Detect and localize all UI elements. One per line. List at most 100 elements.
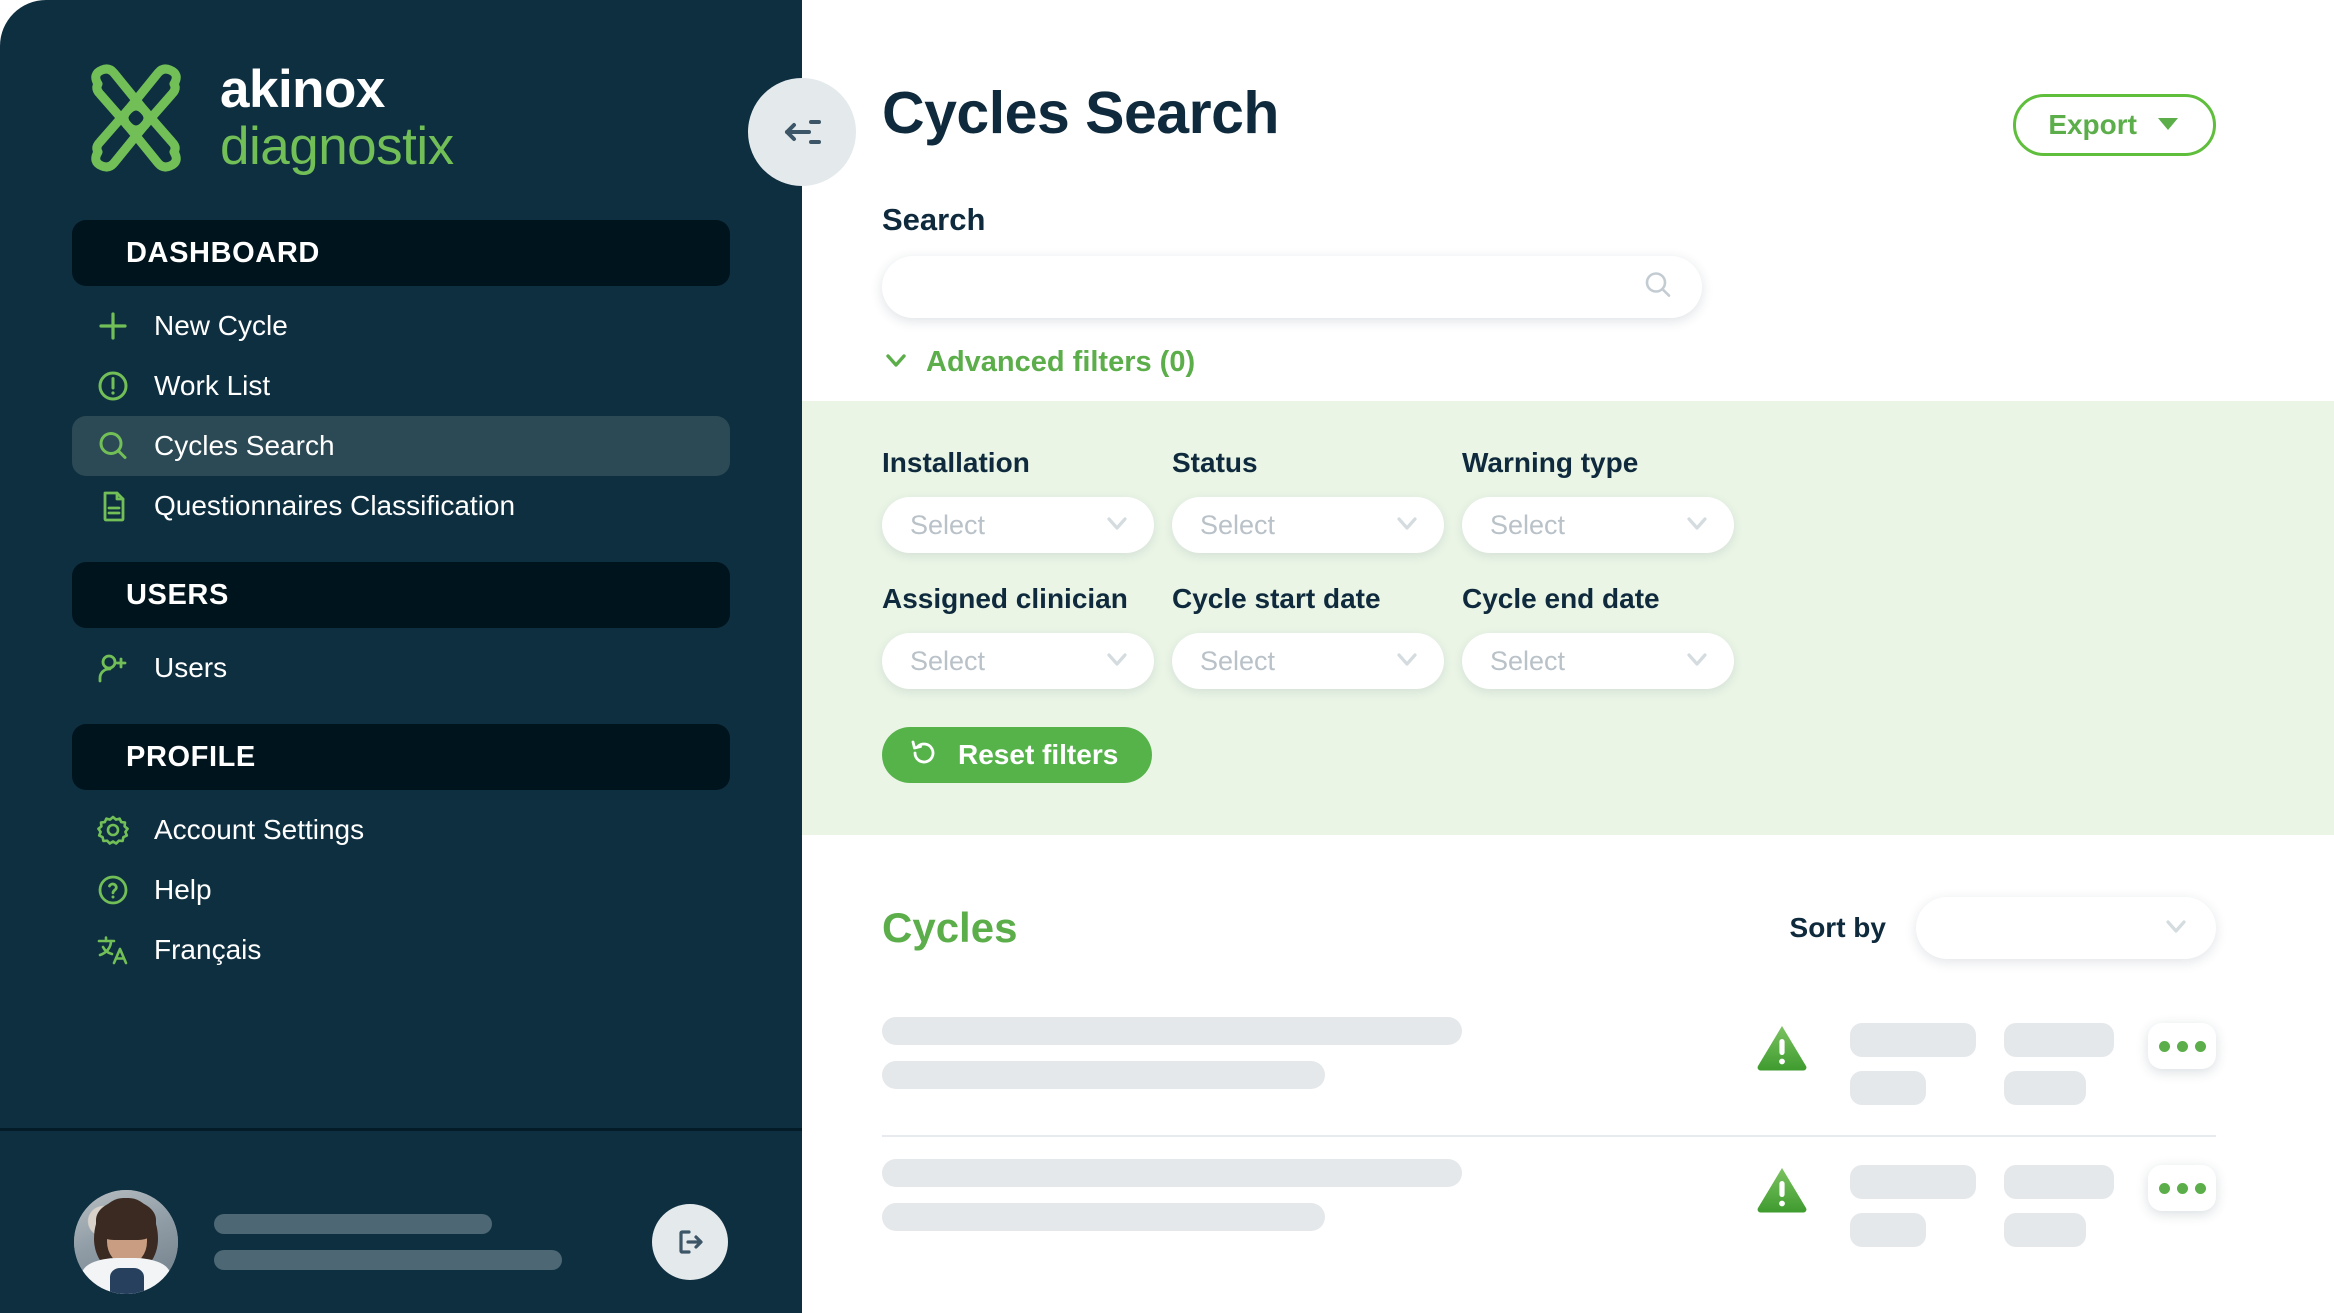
cycles-header: Cycles Sort by [802,835,2334,959]
search-input[interactable] [912,271,1640,303]
sort-by-select[interactable] [1916,897,2216,959]
row-chip-skeletons [1850,1023,2114,1105]
sidebar-item-work-list[interactable]: Work List [72,356,730,416]
more-options-icon [2176,1040,2188,1052]
cycles-list [802,995,2334,1277]
skeleton-chip [2004,1165,2114,1199]
more-options-icon [2194,1182,2206,1194]
sidebar-item-work-list-label: Work List [154,370,271,401]
row-chip-skeletons [1850,1165,2114,1247]
skeleton-bar [882,1203,1325,1231]
sidebar-item-cycles-search[interactable]: Cycles Search [72,416,730,476]
page-title: Cycles Search [882,80,1279,146]
sidebar-section-profile-label: PROFILE [126,740,256,773]
reset-filters-button[interactable]: Reset filters [882,727,1153,783]
sort-by-label: Sort by [1789,912,1886,943]
filter-cycle-start-date-value: Select [1200,645,1276,676]
avatar[interactable] [74,1190,178,1294]
warning-triangle-icon [1756,1023,1808,1071]
chevron-down-icon [1394,646,1420,677]
sidebar-item-account-settings-label: Account Settings [154,814,365,845]
sidebar-item-language-francais[interactable]: Français [72,920,730,980]
skeleton-bar [882,1159,1462,1187]
skeleton-bar [214,1214,492,1234]
more-options-button[interactable] [2148,1165,2216,1211]
logout-button[interactable] [652,1204,728,1280]
brand-name-primary: akinox [220,60,385,119]
skeleton-bar [214,1250,562,1270]
nav-spacer-1 [72,536,730,562]
chevron-down-icon [2162,912,2190,945]
filter-assigned-clinician-value: Select [910,645,986,676]
filter-installation-select[interactable]: Select [882,497,1154,553]
filter-assigned-clinician: Assigned clinician Select [882,583,1172,689]
warning-triangle-icon [1756,1165,1808,1213]
more-options-icon [2158,1040,2170,1052]
filter-assigned-clinician-label: Assigned clinician [882,583,1128,614]
sidebar-item-questionnaires-classification[interactable]: Questionnaires Classification [72,476,730,536]
skeleton-chip [2004,1071,2086,1105]
sidebar: akinox diagnostix DASHBOARD New Cycle Wo… [0,0,802,1313]
filter-cycle-start-date: Cycle start date Select [1172,583,1462,689]
filter-installation: Installation Select [882,447,1172,553]
sidebar-section-dashboard: DASHBOARD [72,220,730,286]
filter-warning-type-value: Select [1490,509,1566,540]
skeleton-chip [1850,1165,1976,1199]
search-label: Search [882,202,986,237]
more-options-button[interactable] [2148,1023,2216,1069]
sidebar-item-questionnaires-classification-label: Questionnaires Classification [154,490,516,521]
skeleton-bar [882,1061,1325,1089]
chevron-down-icon [1684,510,1710,541]
export-button[interactable]: Export [2013,94,2216,156]
chevron-down-icon [1394,510,1420,541]
app-root: akinox diagnostix DASHBOARD New Cycle Wo… [0,0,2334,1313]
page-header: Cycles Search Export [802,0,2334,156]
skeleton-bar [882,1017,1462,1045]
collapse-sidebar-button[interactable] [748,78,856,186]
filter-status-value: Select [1200,509,1276,540]
sidebar-user-footer [0,1128,802,1313]
question-circle-icon [94,871,132,909]
skeleton-chip [1850,1071,1926,1105]
filter-cycle-end-date-label: Cycle end date [1462,583,1660,614]
brand-logo[interactable]: akinox diagnostix [0,0,802,174]
filter-assigned-clinician-select[interactable]: Select [882,633,1154,689]
filter-cycle-end-date-select[interactable]: Select [1462,633,1734,689]
export-button-label: Export [2048,109,2137,140]
advanced-filters-toggle[interactable]: Advanced filters (0) [882,346,1195,379]
logout-icon [679,1230,703,1254]
translate-icon [94,931,132,969]
filter-cycle-start-date-select[interactable]: Select [1172,633,1444,689]
more-options-icon [2194,1040,2206,1052]
table-row[interactable] [882,1135,2216,1277]
sidebar-item-cycles-search-label: Cycles Search [154,430,335,461]
filter-cycle-end-date: Cycle end date Select [1462,583,1752,689]
alert-circle-icon [94,367,132,405]
row-text-skeleton [882,1017,1462,1089]
filter-warning-type-select[interactable]: Select [1462,497,1734,553]
gear-icon [94,811,132,849]
sidebar-item-new-cycle[interactable]: New Cycle [72,296,730,356]
sidebar-item-users[interactable]: Users [72,638,730,698]
advanced-filters-label: Advanced filters (0) [926,346,1196,378]
plus-icon [94,307,132,345]
search-icon [94,427,132,465]
sidebar-item-help-label: Help [154,874,212,905]
search-field[interactable] [882,256,1702,318]
table-row[interactable] [882,995,2216,1135]
sidebar-item-account-settings[interactable]: Account Settings [72,800,730,860]
filter-status-select[interactable]: Select [1172,497,1444,553]
sidebar-item-help[interactable]: Help [72,860,730,920]
sidebar-item-language-francais-label: Français [154,934,262,965]
skeleton-chip [2004,1023,2114,1057]
advanced-filters-panel: Installation Select Status Select Warnin… [802,401,2334,835]
filter-cycle-end-date-value: Select [1490,645,1566,676]
sidebar-section-dashboard-label: DASHBOARD [126,236,320,269]
main-content: Cycles Search Export Search Advanced fil… [802,0,2334,1313]
sidebar-section-profile: PROFILE [72,724,730,790]
sidebar-section-users-label: USERS [126,578,229,611]
chevron-down-icon [1684,646,1710,677]
filter-installation-label: Installation [882,447,1030,478]
brand-name-secondary: diagnostix [220,117,454,176]
